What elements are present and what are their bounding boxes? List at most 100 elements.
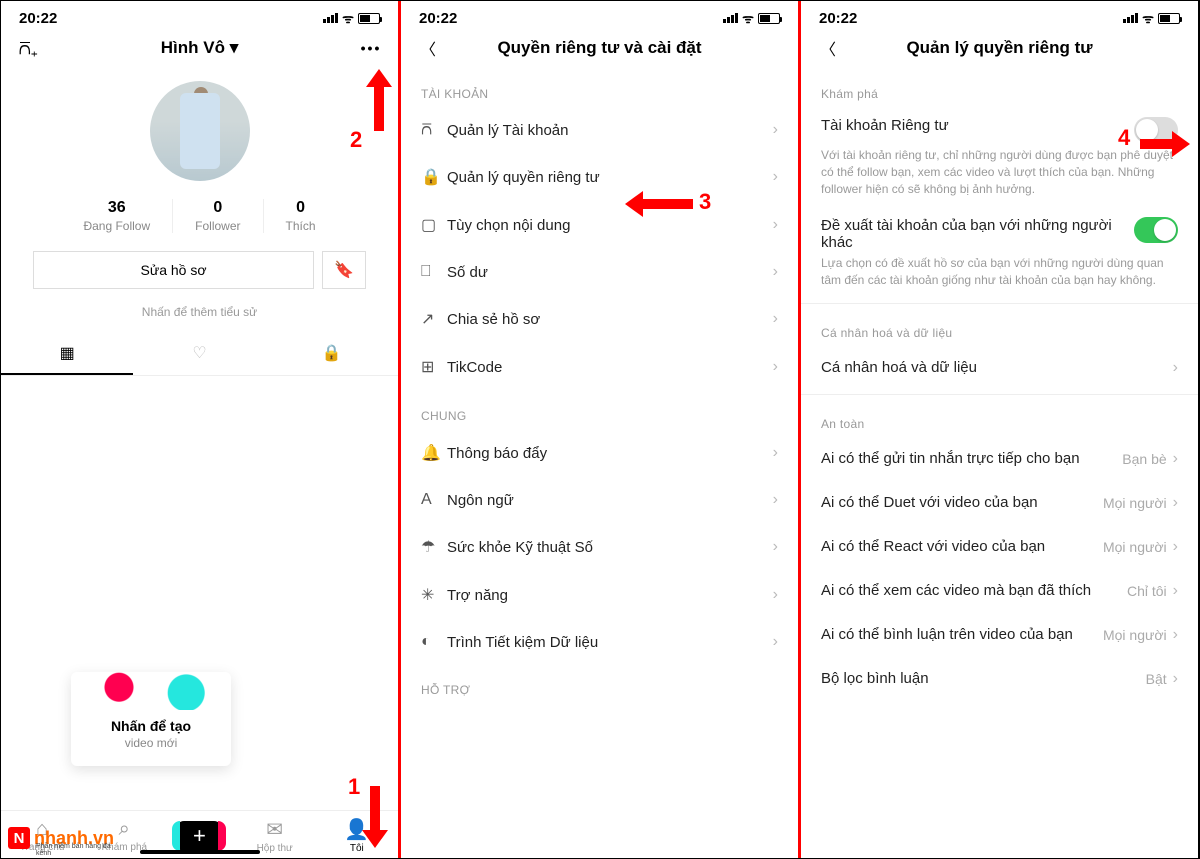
status-time: 20:22 <box>19 10 57 27</box>
edit-profile-button[interactable]: Sửa hồ sơ <box>33 251 314 289</box>
nav-create[interactable]: + <box>176 821 222 851</box>
bio-hint[interactable]: Nhấn để thêm tiểu sử <box>1 305 398 319</box>
create-card-line1: Nhấn để tạo <box>81 718 221 734</box>
section-safety: An toàn <box>801 399 1198 437</box>
add-user-icon[interactable]: ⩃₊ <box>17 37 39 59</box>
battery-icon <box>358 13 380 24</box>
chevron-right-icon: › <box>773 216 778 234</box>
person-icon: ⩃ <box>421 121 447 139</box>
chevron-right-icon: › <box>773 263 778 281</box>
chevron-right-icon: › <box>1173 359 1178 377</box>
nav-inbox[interactable]: ✉Hộp thư <box>245 817 305 854</box>
back-button[interactable]: 〈 <box>417 37 439 59</box>
panel-settings: 20:22 ᯤ 〈 Quyền riêng tư và cài đặt TÀI … <box>401 1 801 858</box>
wifi-icon: ᯤ <box>342 9 354 27</box>
data-icon: ◐ <box>421 633 447 651</box>
chevron-right-icon: › <box>773 491 778 509</box>
accessibility-icon: ✳ <box>421 585 447 605</box>
row-accessibility[interactable]: ✳Trợ năng› <box>401 571 798 619</box>
status-indicators: ᯤ <box>323 9 380 27</box>
bell-icon: 🔔 <box>421 443 447 463</box>
profile-avatar[interactable] <box>150 81 250 181</box>
chevron-right-icon: › <box>1173 450 1178 468</box>
chevron-right-icon: › <box>773 121 778 139</box>
row-content-prefs[interactable]: ▢Tùy chọn nội dung› <box>401 201 798 249</box>
page-title: Quyền riêng tư và cài đặt <box>439 38 760 58</box>
more-menu-icon[interactable]: ••• <box>360 37 382 59</box>
nav-me[interactable]: 👤Tôi <box>327 817 387 854</box>
lock-icon: 🔒 <box>322 345 342 362</box>
wifi-icon: ᯤ <box>742 9 754 27</box>
stat-followers[interactable]: 0Follower <box>173 199 263 233</box>
video-icon: ▢ <box>421 215 447 235</box>
chevron-right-icon: › <box>1173 494 1178 512</box>
signal-icon <box>1123 13 1138 23</box>
tab-private[interactable]: 🔒 <box>266 333 398 375</box>
language-icon: A <box>421 491 447 509</box>
status-indicators: ᯤ <box>723 9 780 27</box>
private-account-label: Tài khoản Riêng tư <box>821 117 1134 134</box>
row-suggest-account[interactable]: Đề xuất tài khoản của bạn với những ngườ… <box>801 207 1198 255</box>
back-button[interactable]: 〈 <box>817 37 839 59</box>
tab-liked[interactable]: ♡ <box>133 333 265 375</box>
row-data-saver[interactable]: ◐Trình Tiết kiệm Dữ liệu› <box>401 619 798 665</box>
row-who-comment[interactable]: Ai có thể bình luận trên video của bạnMọ… <box>801 613 1198 657</box>
create-card-line2: video mới <box>81 736 221 750</box>
chevron-right-icon: › <box>1173 538 1178 556</box>
bookmark-icon: 🔖 <box>334 260 354 280</box>
section-account: TÀI KHOẢN <box>401 69 798 107</box>
row-share-profile[interactable]: ↗Chia sẻ hồ sơ› <box>401 295 798 343</box>
stat-likes[interactable]: 0Thích <box>264 199 338 233</box>
brand-tagline: Phần mềm bán hàng đa kênh <box>36 843 114 857</box>
create-video-card[interactable]: Nhấn để tạo video mới <box>71 672 231 766</box>
battery-icon <box>1158 13 1180 24</box>
row-manage-account[interactable]: ⩃Quản lý Tài khoản› <box>401 107 798 153</box>
stat-following[interactable]: 36Đang Follow <box>61 199 173 233</box>
profile-tabs: ▦ ♡ 🔒 <box>1 333 398 376</box>
wifi-icon: ᯤ <box>1142 9 1154 27</box>
bookmark-button[interactable]: 🔖 <box>322 251 366 289</box>
umbrella-icon: ☂ <box>421 537 447 557</box>
person-icon: 👤 <box>327 817 387 842</box>
chevron-right-icon: › <box>773 633 778 651</box>
row-private-account[interactable]: Tài khoản Riêng tư <box>801 107 1198 147</box>
section-discover: Khám phá <box>801 69 1198 107</box>
suggest-account-toggle[interactable] <box>1134 217 1178 243</box>
row-digital-wellbeing[interactable]: ☂Sức khỏe Kỹ thuật Số› <box>401 523 798 571</box>
row-comment-filter[interactable]: Bộ lọc bình luậnBật› <box>801 657 1198 701</box>
panel-privacy: 20:22 ᯤ 〈 Quản lý quyền riêng tư Khám ph… <box>801 1 1199 858</box>
profile-username-dropdown[interactable]: Hình Vô ▾ <box>39 38 360 58</box>
profile-stats: 36Đang Follow 0Follower 0Thích <box>1 199 398 233</box>
signal-icon <box>323 13 338 23</box>
chevron-right-icon: › <box>773 168 778 186</box>
status-indicators: ᯤ <box>1123 9 1180 27</box>
row-tikcode[interactable]: ⊞TikCode› <box>401 343 798 391</box>
row-push-notif[interactable]: 🔔Thông báo đẩy› <box>401 429 798 477</box>
chevron-right-icon: › <box>1173 582 1178 600</box>
row-balance[interactable]: ⎕Số dư› <box>401 249 798 295</box>
chevron-right-icon: › <box>773 444 778 462</box>
heart-icon: ♡ <box>192 345 206 362</box>
row-privacy[interactable]: 🔒Quản lý quyền riêng tư› <box>401 153 798 201</box>
chevron-right-icon: › <box>773 310 778 328</box>
caret-down-icon: ▾ <box>230 38 239 57</box>
grid-icon: ▦ <box>60 345 75 362</box>
row-personalization[interactable]: Cá nhân hoá và dữ liệu› <box>801 346 1198 390</box>
row-who-duet[interactable]: Ai có thể Duet với video của bạnMọi ngườ… <box>801 481 1198 525</box>
share-icon: ↗ <box>421 309 447 329</box>
wallet-icon: ⎕ <box>421 263 447 281</box>
plus-icon: + <box>193 823 206 849</box>
tab-grid[interactable]: ▦ <box>1 333 133 375</box>
chevron-right-icon: › <box>1173 670 1178 688</box>
chevron-right-icon: › <box>773 538 778 556</box>
private-account-toggle[interactable] <box>1134 117 1178 143</box>
watermark-brand: N nhanh.vn Phần mềm bán hàng đa kênh <box>8 827 114 849</box>
private-account-desc: Với tài khoản riêng tư, chỉ những người … <box>801 147 1198 207</box>
row-who-liked-videos[interactable]: Ai có thể xem các video mà bạn đã thíchC… <box>801 569 1198 613</box>
chevron-right-icon: › <box>1173 626 1178 644</box>
suggest-account-desc: Lựa chọn có đề xuất hồ sơ của bạn với nh… <box>801 255 1198 299</box>
row-language[interactable]: ANgôn ngữ› <box>401 477 798 523</box>
row-who-react[interactable]: Ai có thể React với video của bạnMọi ngư… <box>801 525 1198 569</box>
status-bar: 20:22 ᯤ <box>401 1 798 31</box>
row-who-dm[interactable]: Ai có thể gửi tin nhắn trực tiếp cho bạn… <box>801 437 1198 481</box>
